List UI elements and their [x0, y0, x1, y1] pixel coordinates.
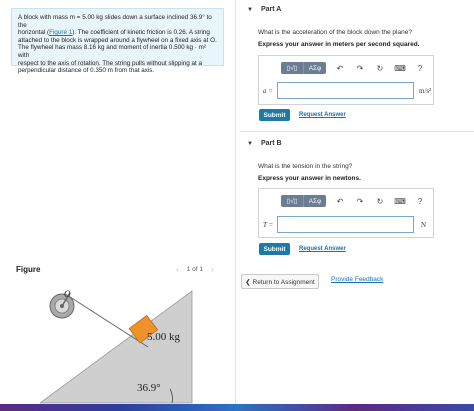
- part-b-question: What is the tension in the string?: [258, 163, 353, 170]
- part-a-variable: a =: [263, 87, 273, 95]
- collapse-caret-icon: ▼: [247, 140, 253, 147]
- prev-figure-icon[interactable]: ‹: [176, 265, 179, 274]
- return-to-assignment-button[interactable]: ❮ Return to Assignment: [241, 274, 319, 289]
- part-b-variable: T =: [263, 221, 274, 229]
- keyboard-icon[interactable]: ⌨: [394, 197, 406, 206]
- incline-figure: O 5.00 kg 36.9°: [40, 289, 193, 404]
- problem-text: ). The coefficient of kinetic friction i…: [72, 29, 210, 37]
- keyboard-icon[interactable]: ⌨: [394, 64, 406, 73]
- problem-line-2: horizontal (Figure 1). The coefficient o…: [18, 29, 217, 37]
- toolbar-group: ▯√▯ ΑΣφ: [281, 195, 326, 207]
- help-icon[interactable]: ?: [414, 64, 426, 73]
- figure-link[interactable]: Figure 1: [49, 29, 72, 36]
- problem-statement: A block with mass m = 5.00 kg slides dow…: [11, 8, 224, 74]
- problem-line-3: attached to the block is wrapped around …: [18, 36, 217, 44]
- string-line: [66, 294, 149, 348]
- problem-line-5: respect to the axis of rotation. The str…: [18, 59, 202, 67]
- mass-label: 5.00 kg: [147, 331, 181, 343]
- pivot-label: O: [64, 289, 71, 299]
- problem-line-1: A block with mass m = 5.00 kg slides dow…: [18, 14, 212, 29]
- part-b-unit: N: [421, 221, 427, 229]
- problem-line-4: The flywheel has mass 8.16 kg and moment…: [18, 44, 206, 59]
- figure-label: Figure: [16, 265, 41, 274]
- redo-icon[interactable]: ↷: [354, 197, 366, 206]
- part-a-answer-input[interactable]: [277, 82, 414, 99]
- angle-label: 36.9°: [137, 382, 161, 394]
- part-b-submit-button[interactable]: Submit: [259, 243, 290, 255]
- part-b-request-answer-link[interactable]: Request Answer: [299, 246, 346, 252]
- part-b-toolbar: ▯√▯ ΑΣφ ↶ ↷ ↻ ⌨ ?: [281, 195, 426, 207]
- part-b-title: Part B: [260, 140, 282, 147]
- templates-button[interactable]: ▯√▯: [281, 62, 304, 74]
- column-divider: [235, 0, 236, 405]
- greek-symbols-button[interactable]: ΑΣφ: [304, 195, 326, 207]
- part-b-header[interactable]: ▼ Part B: [247, 140, 282, 147]
- problem-line-6: perpendicular distance of 0.350 m from t…: [18, 67, 155, 75]
- pager-text: 1 of 1: [186, 266, 203, 273]
- part-a-question: What is the acceleration of the block do…: [258, 29, 412, 36]
- part-a-header[interactable]: ▼ Part A: [247, 6, 281, 13]
- part-a-instruction: Express your answer in meters per second…: [258, 41, 420, 48]
- collapse-caret-icon: ▼: [247, 6, 253, 13]
- provide-feedback-link[interactable]: Provide Feedback: [331, 276, 383, 283]
- redo-icon[interactable]: ↷: [354, 64, 366, 73]
- reset-icon[interactable]: ↻: [374, 64, 386, 73]
- reset-icon[interactable]: ↻: [374, 197, 386, 206]
- next-figure-icon[interactable]: ›: [211, 265, 214, 274]
- part-b-answer-input[interactable]: [277, 216, 414, 233]
- problem-text: horizontal (: [18, 29, 50, 37]
- part-a-request-answer-link[interactable]: Request Answer: [299, 112, 346, 118]
- part-a-submit-button[interactable]: Submit: [259, 109, 290, 121]
- greek-symbols-button[interactable]: ΑΣφ: [304, 62, 326, 74]
- part-b-instruction: Express your answer in newtons.: [258, 175, 361, 182]
- part-a-toolbar: ▯√▯ ΑΣφ ↶ ↷ ↻ ⌨ ?: [281, 62, 426, 74]
- part-a-title: Part A: [260, 6, 282, 13]
- bottom-accent-bar: [0, 404, 474, 411]
- templates-button[interactable]: ▯√▯: [281, 195, 304, 207]
- undo-icon[interactable]: ↶: [334, 197, 346, 206]
- figure-pager: ‹ 1 of 1 ›: [176, 265, 214, 274]
- help-icon[interactable]: ?: [414, 197, 426, 206]
- part-divider: [240, 131, 474, 132]
- part-a-unit: m/s²: [419, 87, 432, 95]
- toolbar-group: ▯√▯ ΑΣφ: [281, 62, 326, 74]
- undo-icon[interactable]: ↶: [334, 64, 346, 73]
